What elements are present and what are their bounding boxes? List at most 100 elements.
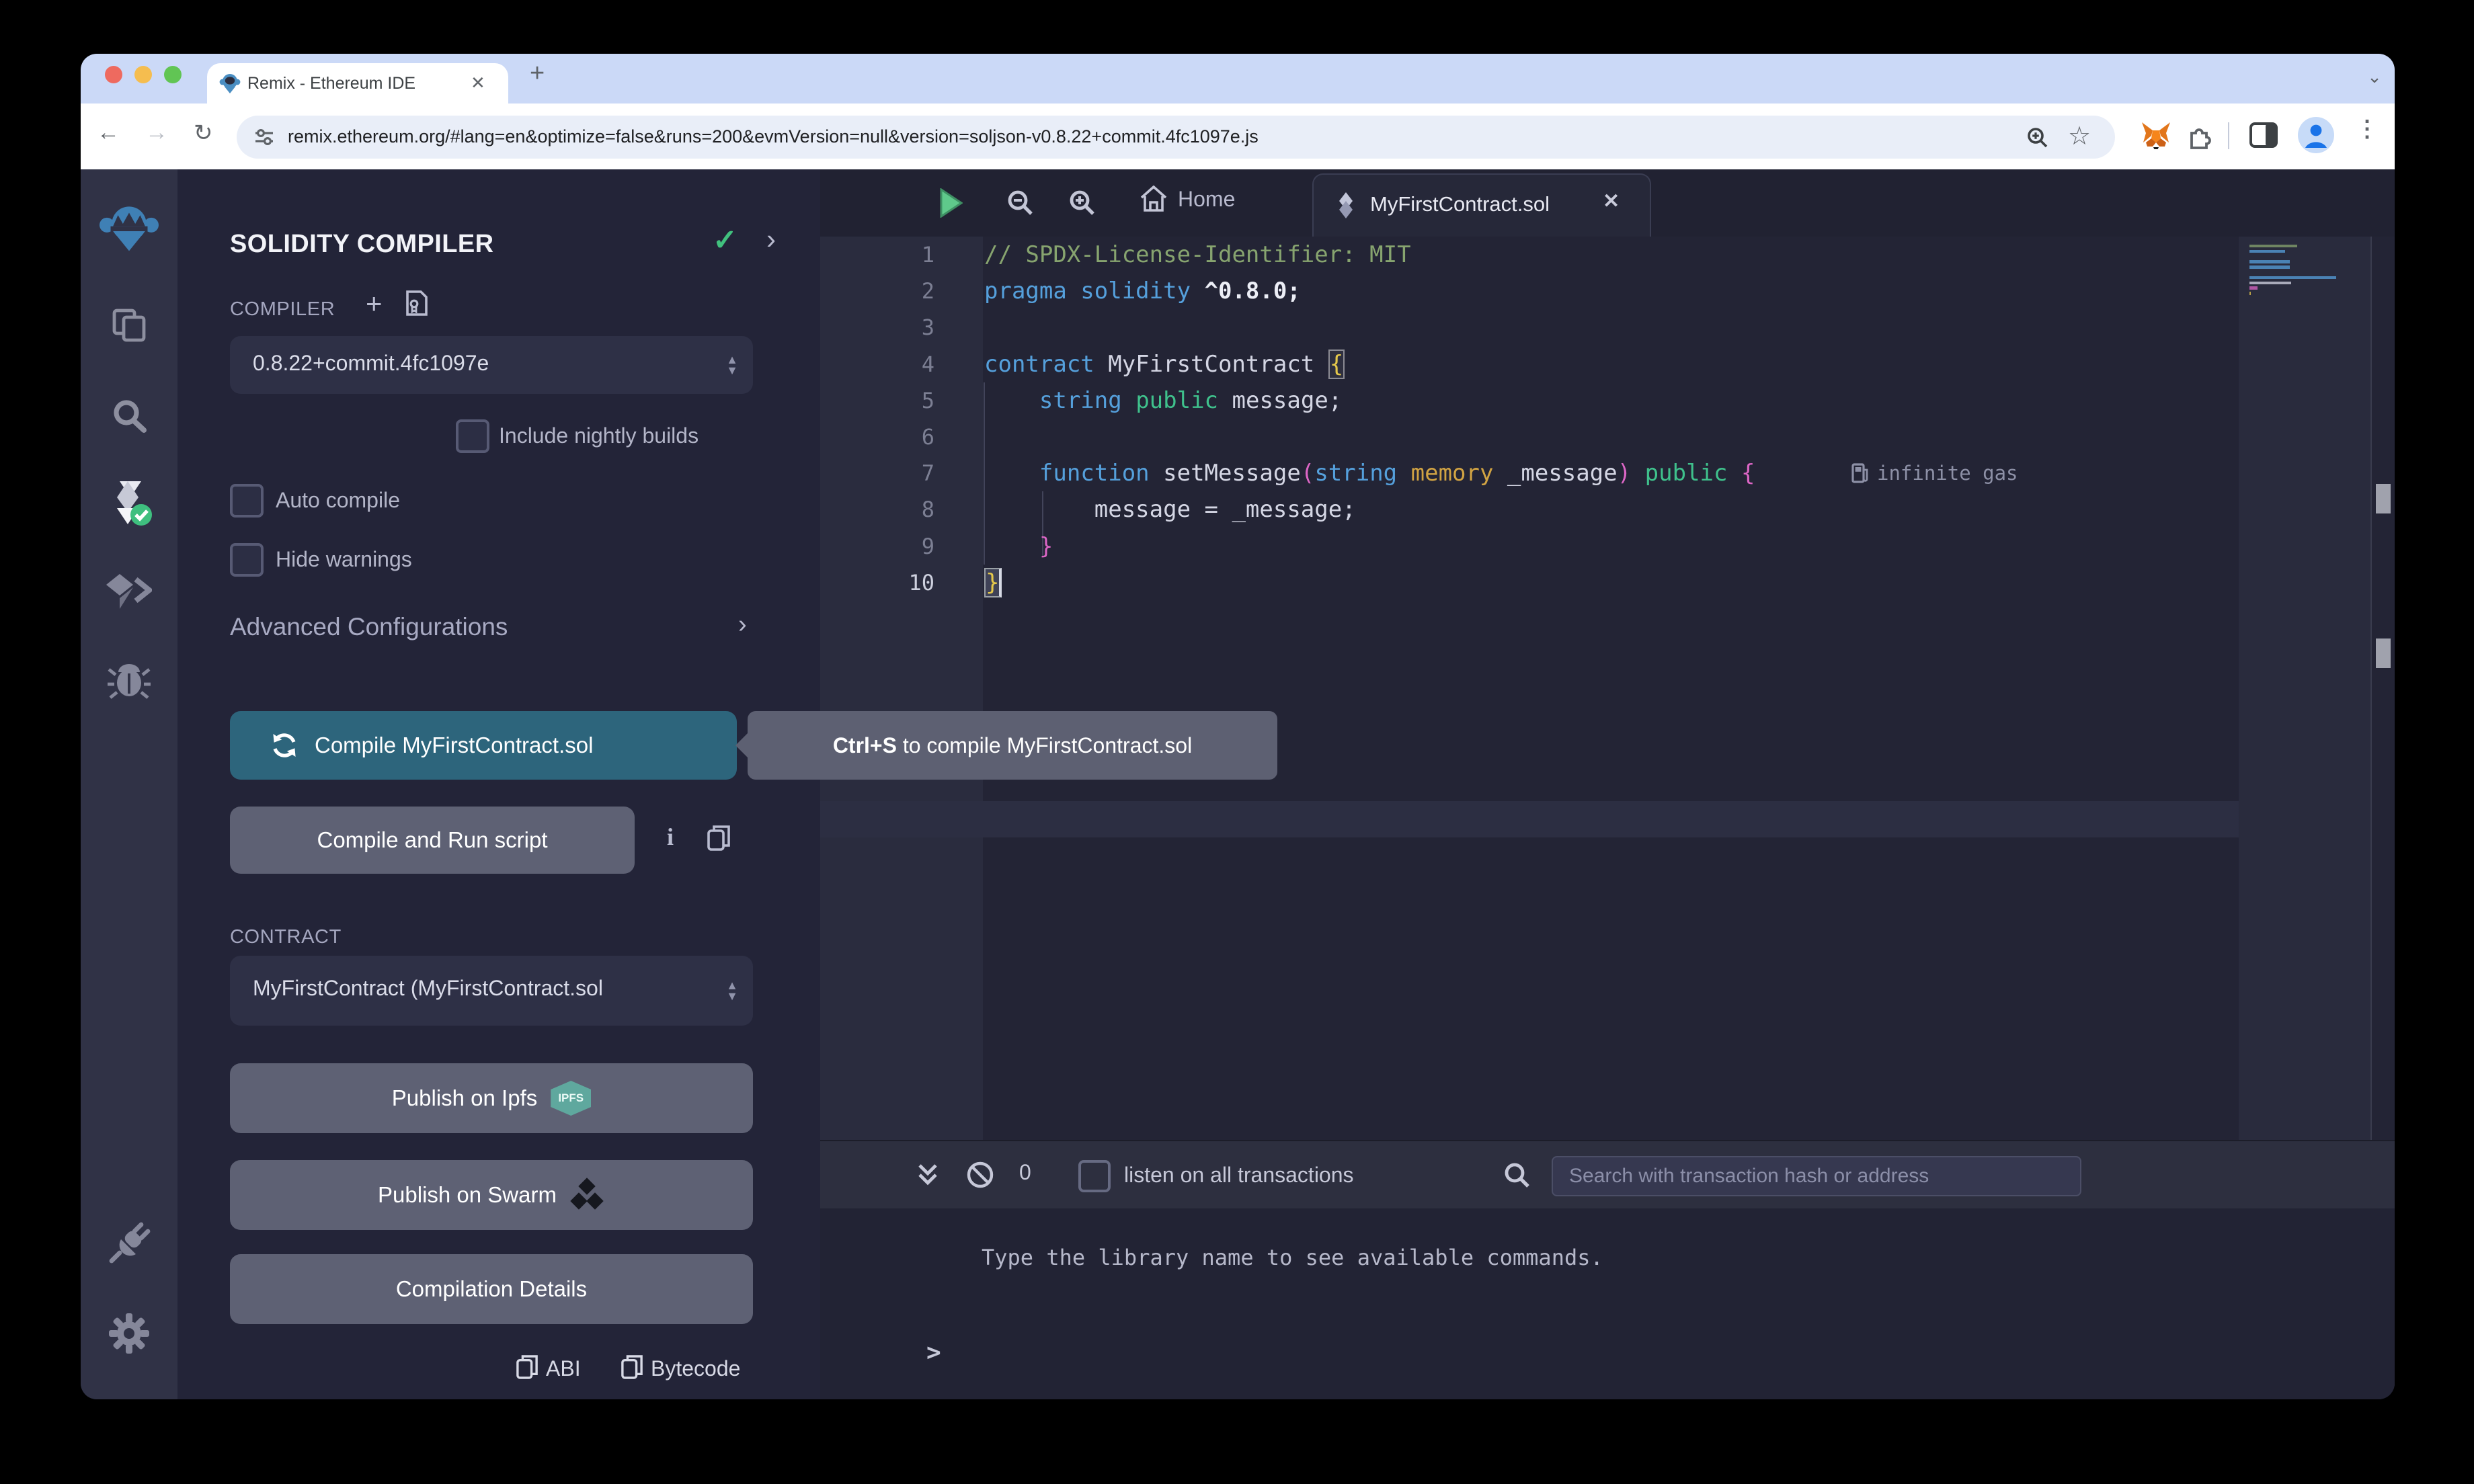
code-line: string public message; <box>984 382 1342 419</box>
publish-swarm-button[interactable]: Publish on Swarm <box>230 1160 753 1230</box>
compiler-label: COMPILER <box>230 298 335 321</box>
abi-label[interactable]: ABI <box>546 1356 581 1381</box>
forward-icon[interactable]: → <box>145 120 168 146</box>
minimize-window-button[interactable] <box>134 66 152 83</box>
select-arrows-icon: ▲▼ <box>726 354 738 376</box>
sidebar-item-plugin-manager[interactable] <box>81 1204 177 1280</box>
editor-tab-bar: Home MyFirstContract.sol ✕ <box>820 169 2395 237</box>
bytecode-label[interactable]: Bytecode <box>651 1356 740 1381</box>
code-line: } <box>984 565 1002 601</box>
tab-title: Remix - Ethereum IDE <box>247 74 415 93</box>
copy-bytecode-icon[interactable] <box>621 1355 643 1379</box>
copy-script-icon[interactable] <box>707 825 730 851</box>
line-number: 8 <box>820 491 934 528</box>
tab-search-icon[interactable]: ⌄ <box>2358 62 2391 94</box>
tab-close-icon[interactable]: ✕ <box>1603 190 1620 213</box>
advanced-chevron-icon[interactable]: › <box>738 610 747 639</box>
browser-menu-icon[interactable]: ⋮ <box>2356 116 2379 142</box>
code-line: contract MyFirstContract { <box>984 346 1345 382</box>
line-number: 4 <box>820 346 934 382</box>
hide-warnings-checkbox[interactable] <box>230 543 264 577</box>
advanced-configurations-toggle[interactable]: Advanced Configurations <box>230 613 508 641</box>
line-number: 1 <box>820 237 934 273</box>
zoom-window-button[interactable] <box>164 66 182 83</box>
contract-select-value: MyFirstContract (MyFirstContract.sol <box>253 976 718 1001</box>
minimap[interactable] <box>2239 237 2370 1140</box>
compiler-version-select[interactable]: 0.8.22+commit.4fc1097e ▲▼ <box>230 336 753 394</box>
sidebar-item-settings[interactable] <box>81 1296 177 1371</box>
scrollbar-thumb[interactable] <box>2376 484 2391 513</box>
compilation-details-button[interactable]: Compilation Details <box>230 1254 753 1324</box>
code-editor[interactable]: 12345678910 // SPDX-License-Identifier: … <box>820 237 2239 1140</box>
terminal-search-input[interactable] <box>1552 1156 2081 1196</box>
line-number: 2 <box>820 273 934 309</box>
new-tab-button[interactable]: + <box>530 59 545 88</box>
tooltip-text: to compile MyFirstContract.sol <box>897 733 1192 757</box>
tab-myfirstcontract[interactable]: MyFirstContract.sol ✕ <box>1312 173 1651 237</box>
contract-label: CONTRACT <box>230 926 342 948</box>
code-line: pragma solidity ^0.8.0; <box>984 273 1301 309</box>
metamask-icon[interactable] <box>2141 121 2171 151</box>
bookmark-star-icon[interactable]: ☆ <box>2068 121 2091 151</box>
zoom-in-icon[interactable] <box>1069 190 1096 216</box>
refresh-icon <box>270 731 298 759</box>
compilation-details-label: Compilation Details <box>396 1276 587 1302</box>
editor-scrollbar[interactable] <box>2370 237 2395 1140</box>
sidebar-item-debugger[interactable] <box>81 643 177 718</box>
search-icon <box>1503 1161 1530 1188</box>
url-text: remix.ethereum.org/#lang=en&optimize=fal… <box>288 126 1259 147</box>
collapse-terminal-icon[interactable] <box>917 1163 939 1187</box>
sidebar-item-file-explorer[interactable] <box>81 288 177 363</box>
compiler-version-value: 0.8.22+commit.4fc1097e <box>253 351 489 376</box>
listen-transactions-label: listen on all transactions <box>1124 1163 1354 1188</box>
back-icon[interactable]: ← <box>97 120 120 146</box>
home-icon <box>1140 186 1167 212</box>
code-line: } <box>984 528 1053 565</box>
select-arrows-icon: ▲▼ <box>726 980 738 1001</box>
hide-warnings-label: Hide warnings <box>276 547 412 572</box>
auto-compile-checkbox[interactable] <box>230 484 264 518</box>
compile-button[interactable]: Compile MyFirstContract.sol <box>230 711 737 780</box>
icon-rail <box>81 169 177 1399</box>
sidebar-item-search[interactable] <box>81 379 177 454</box>
include-nightly-label: Include nightly builds <box>499 423 699 448</box>
sidebar-item-deploy-and-run[interactable] <box>81 554 177 629</box>
remix-logo[interactable] <box>81 194 177 269</box>
add-compiler-icon[interactable]: + <box>366 288 383 320</box>
include-nightly-checkbox[interactable] <box>456 419 489 453</box>
zoom-page-icon[interactable] <box>2026 126 2049 149</box>
swarm-icon <box>570 1178 605 1212</box>
publish-ipfs-button[interactable]: Publish on Ipfs IPFS <box>230 1063 753 1133</box>
reload-icon[interactable]: ↻ <box>194 120 213 147</box>
solidity-file-icon <box>1335 192 1357 219</box>
browser-tab-strip: Remix - Ethereum IDE ✕ + ⌄ <box>81 54 2395 104</box>
site-settings-icon[interactable] <box>254 128 274 147</box>
terminal-prompt: > <box>926 1339 941 1366</box>
tab-close-icon[interactable]: ✕ <box>471 73 485 93</box>
clear-console-icon[interactable] <box>965 1160 995 1190</box>
address-bar[interactable]: remix.ethereum.org/#lang=en&optimize=fal… <box>237 116 2115 159</box>
zoom-out-icon[interactable] <box>1007 190 1034 216</box>
license-file-icon[interactable] <box>406 290 428 316</box>
tab-myfirstcontract-label: MyFirstContract.sol <box>1370 192 1550 216</box>
gas-pump-icon <box>1851 463 1869 483</box>
extensions-puzzle-icon[interactable] <box>2186 122 2213 149</box>
sidebar-item-solidity-compiler[interactable] <box>81 465 177 540</box>
toolbar-divider <box>2228 122 2229 149</box>
scrollbar-thumb[interactable] <box>2376 638 2391 668</box>
gas-estimate-annotation: infinite gas <box>1851 455 2018 491</box>
contract-select[interactable]: MyFirstContract (MyFirstContract.sol ▲▼ <box>230 956 753 1026</box>
compile-and-run-button[interactable]: Compile and Run script <box>230 807 635 874</box>
tab-home[interactable]: Home <box>1140 186 1235 212</box>
panel-chevron-icon[interactable]: › <box>766 223 776 255</box>
browser-tab[interactable]: Remix - Ethereum IDE ✕ <box>207 63 508 104</box>
info-icon[interactable]: i <box>667 823 674 851</box>
remix-favicon-icon <box>219 73 241 94</box>
side-panel-icon[interactable] <box>2249 122 2278 148</box>
close-window-button[interactable] <box>105 66 122 83</box>
compile-and-run-label: Compile and Run script <box>317 827 548 853</box>
profile-avatar[interactable] <box>2298 117 2334 153</box>
run-script-icon[interactable] <box>939 188 963 218</box>
listen-transactions-checkbox[interactable] <box>1078 1160 1111 1192</box>
copy-abi-icon[interactable] <box>516 1355 538 1379</box>
